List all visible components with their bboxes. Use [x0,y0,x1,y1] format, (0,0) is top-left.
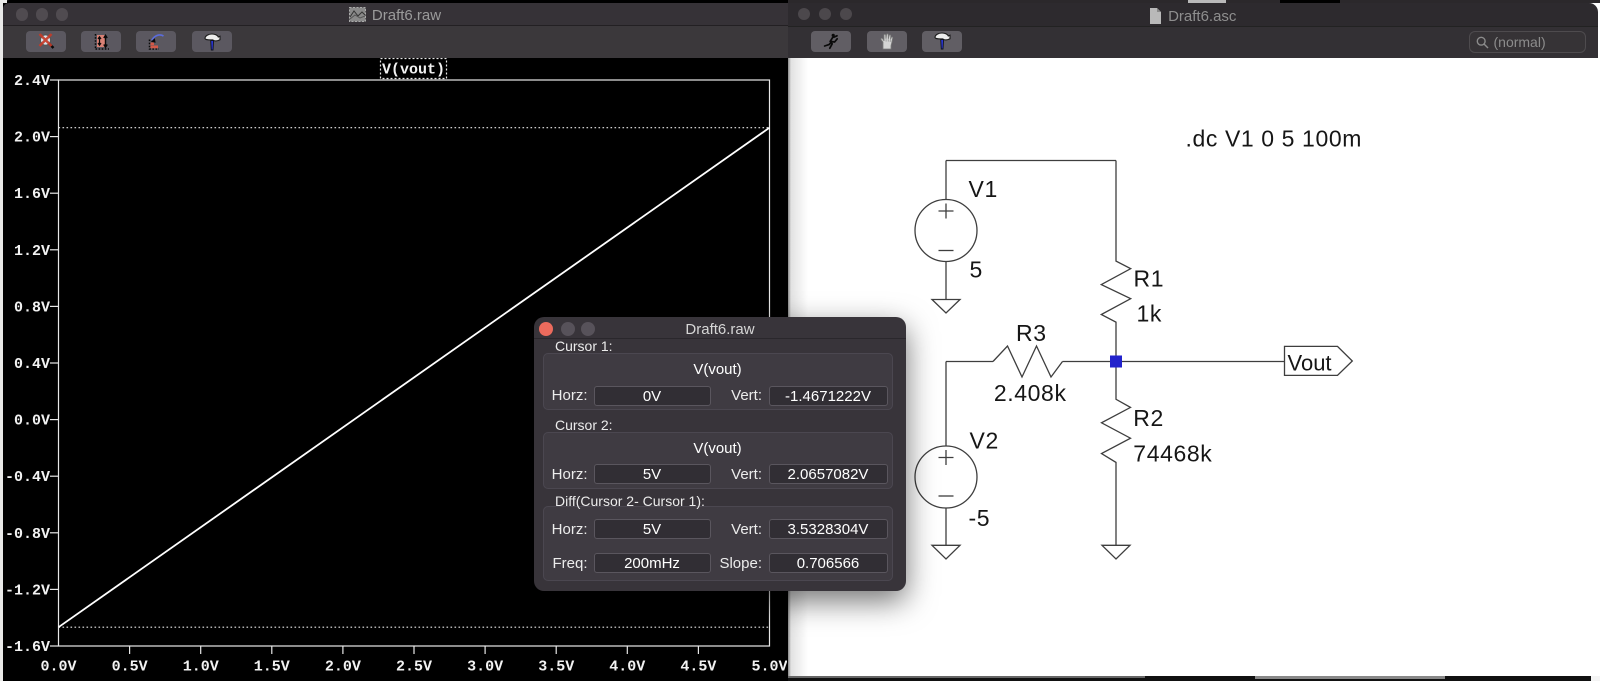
svg-text:1.6V: 1.6V [14,186,50,203]
svg-text:V2: V2 [969,427,998,453]
svg-text:2.0V: 2.0V [14,130,50,147]
svg-text:1.0V: 1.0V [183,659,219,676]
svg-text:-0.8V: -0.8V [5,526,50,543]
svg-text:0.5V: 0.5V [112,659,148,676]
svg-text:3.5V: 3.5V [538,659,574,676]
svg-text:0.0V: 0.0V [40,659,76,676]
svg-text:2.5V: 2.5V [396,659,432,676]
svg-text:1k: 1k [1136,300,1162,326]
svg-text:R3: R3 [1016,320,1047,346]
svg-text:1.5V: 1.5V [254,659,290,676]
svg-text:2.408k: 2.408k [993,380,1066,406]
svg-text:-1.2V: -1.2V [5,582,50,599]
svg-text:.dc V1 0 5 100m: .dc V1 0 5 100m [1185,125,1362,151]
svg-text:5.0V: 5.0V [751,659,787,676]
svg-text:V(vout): V(vout) [382,62,445,79]
svg-text:V1: V1 [968,176,997,202]
svg-text:-0.4V: -0.4V [5,469,50,486]
svg-text:5: 5 [969,256,982,282]
svg-text:0.4V: 0.4V [14,356,50,373]
svg-text:-5: -5 [968,505,990,531]
svg-text:0.8V: 0.8V [14,299,50,316]
svg-text:1.2V: 1.2V [14,243,50,260]
svg-text:4.0V: 4.0V [609,659,645,676]
svg-text:-1.6V: -1.6V [5,639,50,656]
svg-text:4.5V: 4.5V [680,659,716,676]
svg-text:2.0V: 2.0V [325,659,361,676]
svg-text:Vout: Vout [1287,350,1331,375]
svg-text:74468k: 74468k [1133,440,1212,466]
svg-text:0.0V: 0.0V [14,413,50,430]
svg-text:2.4V: 2.4V [14,73,50,90]
svg-text:R2: R2 [1133,405,1164,431]
svg-text:3.0V: 3.0V [467,659,503,676]
svg-text:R1: R1 [1133,265,1164,291]
